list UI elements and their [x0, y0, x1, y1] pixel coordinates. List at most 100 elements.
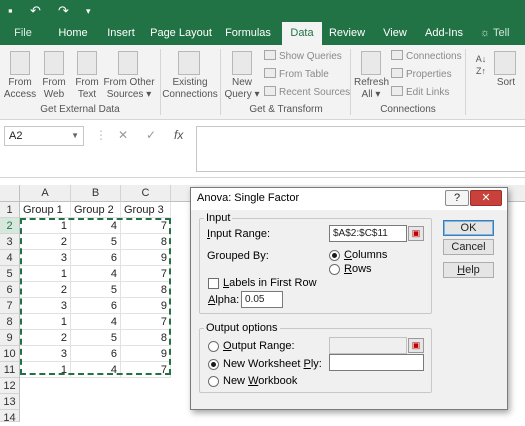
- row-header[interactable]: 11: [0, 362, 20, 378]
- group-divider: [160, 49, 161, 115]
- properties-button[interactable]: Properties: [391, 68, 452, 81]
- dialog-title: Anova: Single Factor: [197, 192, 300, 204]
- input-range-field[interactable]: $A$2:$C$11: [329, 225, 407, 242]
- edit-links-button[interactable]: Edit Links: [391, 86, 449, 99]
- lightbulb-icon: ☼: [480, 27, 493, 39]
- sort-az-icon[interactable]: A↓ Z↑: [472, 53, 490, 77]
- row-header[interactable]: 4: [0, 250, 20, 266]
- table-icon: [264, 68, 276, 78]
- quick-access-toolbar: ▪ ↶ ↷ ▾: [0, 0, 525, 22]
- row-header[interactable]: 12: [0, 378, 20, 394]
- labels-first-row-checkbox[interactable]: [208, 278, 219, 289]
- tab-view[interactable]: View: [375, 22, 415, 45]
- customize-icon[interactable]: ▾: [86, 3, 91, 19]
- properties-icon: [391, 68, 403, 78]
- cell-c1[interactable]: Group 3: [121, 202, 171, 218]
- new-worksheet-field[interactable]: [329, 354, 424, 371]
- from-access-button[interactable]: From Access: [2, 77, 38, 101]
- row-header[interactable]: 6: [0, 282, 20, 298]
- row-header[interactable]: 9: [0, 330, 20, 346]
- row-header[interactable]: 13: [0, 394, 20, 410]
- access-icon: [10, 51, 30, 75]
- row-header[interactable]: 8: [0, 314, 20, 330]
- row-header[interactable]: 3: [0, 234, 20, 250]
- ribbon: From Access From Web From Text From Other So…: [0, 45, 525, 120]
- edit-links-icon: [391, 86, 403, 96]
- column-header[interactable]: A: [20, 185, 71, 202]
- labels-first-row-label[interactable]: Labels in First Row: [223, 277, 317, 289]
- alpha-field[interactable]: 0.05: [241, 291, 283, 308]
- from-other-sources-button[interactable]: From Other Sources ▾: [103, 77, 155, 101]
- redo-icon[interactable]: ↷: [58, 3, 69, 19]
- tab-home[interactable]: Home: [53, 22, 93, 45]
- recent-sources-icon: [264, 86, 276, 96]
- column-header[interactable]: C: [121, 185, 171, 202]
- group-divider: [350, 49, 351, 115]
- anova-dialog: Anova: Single Factor ? ✕ Input Input Ran…: [190, 187, 508, 410]
- column-header[interactable]: B: [71, 185, 121, 202]
- refresh-icon: [361, 51, 381, 75]
- tab-add-ins[interactable]: Add-Ins: [420, 22, 468, 45]
- sort-button[interactable]: Sort: [492, 77, 520, 89]
- rows-radio-label[interactable]: Rows: [344, 263, 372, 275]
- recent-sources-button[interactable]: Recent Sources: [264, 86, 350, 99]
- rows-radio[interactable]: [329, 264, 340, 275]
- new-worksheet-label[interactable]: New Worksheet Ply:: [223, 358, 322, 370]
- new-workbook-radio[interactable]: [208, 376, 219, 387]
- cancel-icon[interactable]: ✕: [118, 128, 128, 142]
- tab-file[interactable]: File: [4, 22, 42, 45]
- cell-a1[interactable]: Group 1: [20, 202, 71, 218]
- formula-input[interactable]: [196, 126, 525, 172]
- row-header[interactable]: 7: [0, 298, 20, 314]
- web-icon: [44, 51, 64, 75]
- tab-page-layout[interactable]: Page Layout: [149, 22, 213, 45]
- chevron-down-icon[interactable]: ▼: [71, 127, 79, 145]
- select-all-corner[interactable]: [0, 185, 20, 202]
- row-header[interactable]: 14: [0, 410, 20, 424]
- output-range-label[interactable]: Output Range:: [223, 340, 295, 352]
- name-box[interactable]: A2 ▼: [4, 126, 84, 146]
- cancel-button[interactable]: Cancel: [443, 239, 494, 255]
- existing-connections-button[interactable]: Existing Connections: [162, 77, 218, 101]
- row-header[interactable]: 5: [0, 266, 20, 282]
- help-button[interactable]: Help: [443, 262, 494, 278]
- new-workbook-label[interactable]: New Workbook: [223, 375, 297, 387]
- tab-data[interactable]: Data: [282, 22, 322, 45]
- group-label-get-external-data: Get External Data: [40, 104, 120, 115]
- output-range-field[interactable]: [329, 337, 407, 354]
- row-header[interactable]: 2: [0, 218, 20, 234]
- tell-me-box[interactable]: ☼ Tell me: [480, 22, 525, 62]
- from-table-button[interactable]: From Table: [264, 68, 329, 81]
- input-range-label: Input Range:: [207, 228, 270, 240]
- close-icon[interactable]: ✕: [470, 190, 502, 206]
- insert-function-icon[interactable]: fx: [174, 128, 183, 142]
- new-query-button[interactable]: New Query ▾: [224, 77, 260, 101]
- ok-button[interactable]: OK: [443, 220, 494, 236]
- columns-radio[interactable]: [329, 250, 340, 261]
- collapse-dialog-icon[interactable]: ▣: [408, 226, 424, 241]
- from-text-button[interactable]: From Text: [71, 77, 103, 101]
- output-range-radio[interactable]: [208, 341, 219, 352]
- alpha-label: Alpha:: [208, 294, 240, 306]
- row-header[interactable]: 10: [0, 346, 20, 362]
- save-icon[interactable]: ▪: [8, 3, 13, 19]
- help-icon[interactable]: ?: [445, 190, 469, 206]
- group-divider: [220, 49, 221, 115]
- show-queries-button[interactable]: Show Queries: [264, 50, 342, 63]
- existing-connections-icon: [178, 51, 200, 75]
- undo-icon[interactable]: ↶: [30, 3, 41, 19]
- refresh-all-button[interactable]: Refresh All ▾: [354, 77, 389, 101]
- row-header[interactable]: 1: [0, 202, 20, 218]
- columns-radio-label[interactable]: Columns: [344, 249, 387, 261]
- collapse-dialog-icon[interactable]: ▣: [408, 338, 424, 353]
- tab-insert[interactable]: Insert: [101, 22, 141, 45]
- from-web-button[interactable]: From Web: [38, 77, 70, 101]
- formula-bar: A2 ▼ ⋮ ✕ ✓ fx: [0, 120, 525, 178]
- new-worksheet-radio[interactable]: [208, 359, 219, 370]
- grouped-by-label: Grouped By:: [207, 250, 269, 262]
- cell-b1[interactable]: Group 2: [71, 202, 121, 218]
- enter-icon[interactable]: ✓: [146, 128, 156, 142]
- tab-formulas[interactable]: Formulas: [220, 22, 276, 45]
- connections-button[interactable]: Connections: [391, 50, 462, 63]
- tab-review[interactable]: Review: [327, 22, 367, 45]
